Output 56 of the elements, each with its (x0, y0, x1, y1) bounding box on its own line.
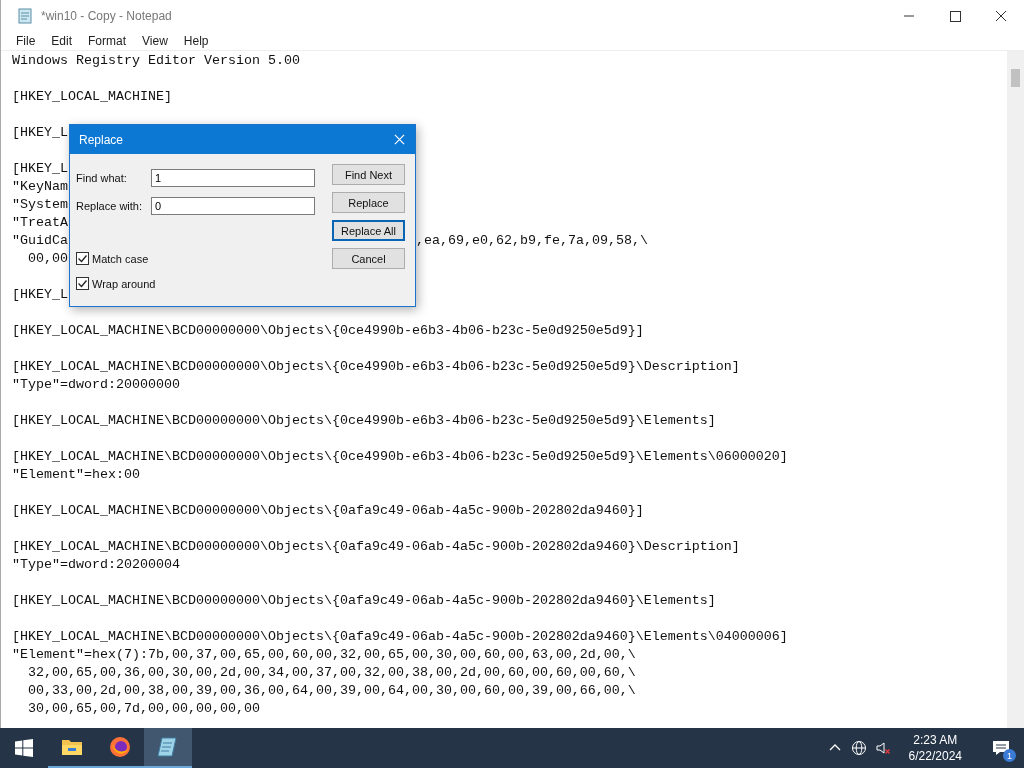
field-label: Find what: (76, 172, 128, 184)
menu-item[interactable]: File (8, 33, 44, 48)
text-line: "Type"=dword:20000000 (12, 377, 180, 392)
notepad-icon (156, 735, 180, 759)
text-line: "System (12, 197, 68, 212)
input-field[interactable]: 1 (151, 169, 315, 187)
text-line: [HKEY_LOCAL_MACHINE\BCD00000000\Objects\{0ce4990b-e6b3-4b06-b23c-5e0d9250e5d9}\Description] (12, 359, 740, 374)
menu-item[interactable]: Edit (43, 33, 81, 48)
checkbox-label: Wrap around (92, 277, 156, 290)
text-line: 00,33,00,2d,00,38,00,39,00,36,00,64,00,39,00,64,00,30,00,60,00,39,00,66,00,\ (27, 683, 636, 698)
text-line: [HKEY_LOCAL_MACHINE\BCD00000000\Objects\{0ce4990b-e6b3-4b06-b23c-5e0d9250e5d9}\Elements\06000020] (12, 449, 788, 464)
text-line: [HKEY_LOCAL_MACHINE\BCD00000000\Objects\{0ce4990b-e6b3-4b06-b23c-5e0d9250e5d9}] (12, 323, 644, 338)
text-line: [HKEY_LOCAL_MACHINE] (12, 89, 172, 104)
dialog-button[interactable]: Replace All (332, 220, 405, 241)
text-line: [HKEY_L (12, 287, 68, 302)
text-line: "GuidCa (12, 233, 68, 248)
window-title: *win10 - Copy - Notepad (41, 8, 172, 23)
dialog-button[interactable]: Replace (332, 192, 405, 213)
field-label: Replace with: (76, 200, 144, 212)
text-line: 30,00,65,00,7d,00,00,00,00,00 (27, 701, 260, 716)
checkbox[interactable] (76, 277, 89, 290)
text-line: 32,00,65,00,36,00,30,00,2d,00,34,00,37,00,32,00,38,00,2d,00,60,00,60,00,60,\ (27, 665, 636, 680)
menu-item[interactable]: Format (80, 33, 135, 48)
text-line: "Element"=hex:00 (12, 467, 140, 482)
text-line: [HKEY_LOCAL_MACHINE\BCD00000000\Objects\{0afa9c49-06ab-4a5c-900b-202802da9460}\Elements\04000006] (12, 629, 788, 644)
dialog-title: Replace (79, 132, 124, 147)
text-line: [HKEY_LOCAL_MACHINE\BCD00000000\Objects\{0afa9c49-06ab-4a5c-900b-202802da9460}] (12, 503, 644, 518)
clock-time[interactable]: 2:23 AM (913, 732, 958, 748)
notification-count: 1 (1003, 749, 1016, 762)
text-line: "Type"=dword:20200004 (12, 557, 180, 572)
checkbox[interactable] (76, 252, 89, 265)
text-line: ,ea,69,e0,62,b9,fe,7a,09,58,\ (416, 232, 648, 250)
windows-start-icon[interactable] (15, 739, 33, 757)
dialog-button[interactable]: Cancel (332, 248, 405, 269)
text-line: [HKEY_LOCAL_MACHINE\BCD00000000\Objects\{0afa9c49-06ab-4a5c-900b-202802da9460}\Description] (12, 539, 740, 554)
notification-icon[interactable] (991, 738, 1011, 758)
taskbar-app[interactable] (144, 728, 192, 768)
menu-item[interactable]: Help (175, 33, 217, 48)
text-line: "TreatA (12, 215, 68, 230)
checkbox-label: Match case (92, 252, 149, 265)
browser-icon (108, 735, 132, 759)
text-line: "Element"=hex(7):7b,00,37,00,65,00,60,00,32,00,65,00,30,00,60,00,63,00,2d,00,\ (12, 647, 636, 662)
menu-item[interactable]: View (134, 33, 176, 48)
text-line: [HKEY_L (12, 161, 68, 176)
notepad-icon (17, 7, 33, 24)
text-line: "KeyNam (12, 179, 68, 194)
input-field[interactable]: 0 (151, 197, 315, 215)
text-line: [HKEY_LOCAL_MACHINE\BCD00000000\Objects\{0afa9c49-06ab-4a5c-900b-202802da9460}\Elements] (12, 593, 716, 608)
clock-date[interactable]: 6/22/2024 (908, 748, 962, 764)
text-line: Windows Registry Editor Version 5.00 (12, 53, 300, 68)
dialog-button[interactable]: Find Next (332, 164, 405, 185)
text-line: [HKEY_LOCAL_MACHINE\BCD00000000\Objects\{0ce4990b-e6b3-4b06-b23c-5e0d9250e5d9}\Elements] (12, 413, 716, 428)
text-line: 00,00 (27, 251, 68, 266)
close-icon[interactable] (394, 134, 405, 145)
text-line: [HKEY_L (12, 125, 68, 140)
scrollbar[interactable] (1007, 51, 1024, 728)
